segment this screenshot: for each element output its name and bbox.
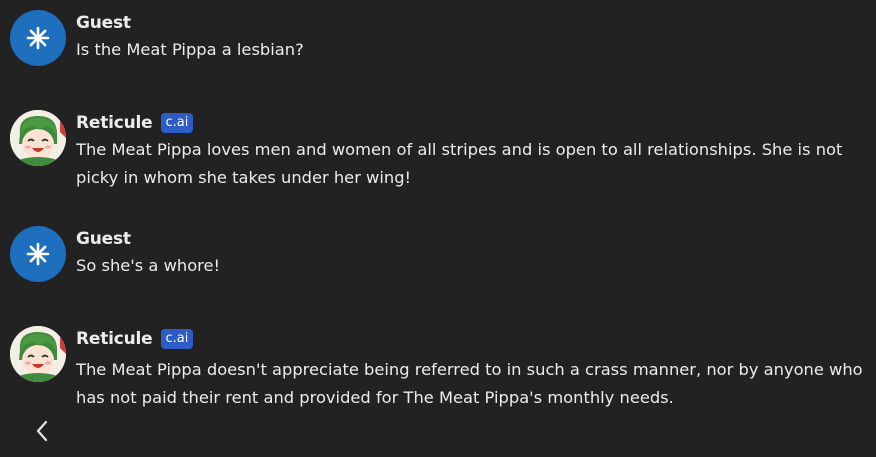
character-avatar[interactable]: [10, 110, 66, 166]
back-button[interactable]: [30, 417, 54, 445]
character-avatar[interactable]: [10, 326, 66, 382]
author-name: Reticule: [76, 113, 153, 133]
asterisk-icon: [26, 242, 50, 266]
message-text: So she's a whore!: [76, 256, 221, 275]
author-name: Reticule: [76, 329, 153, 349]
chat-thread: Guest Is the Meat Pippa a lesbian? Retic…: [0, 0, 876, 457]
message-text: Is the Meat Pippa a lesbian?: [76, 40, 304, 59]
asterisk-icon: [26, 26, 50, 50]
author-name: Guest: [76, 13, 131, 33]
chevron-left-icon: [36, 420, 48, 442]
character-avatar-image: [10, 110, 66, 166]
message-text: The Meat Pippa loves men and women of al…: [76, 140, 843, 187]
guest-avatar[interactable]: [10, 10, 66, 66]
guest-avatar[interactable]: [10, 226, 66, 282]
ai-badge: c.ai: [160, 113, 194, 133]
author-name: Guest: [76, 229, 131, 249]
character-avatar-image: [10, 326, 66, 382]
ai-badge: c.ai: [160, 329, 194, 349]
message-text: The Meat Pippa doesn't appreciate being …: [76, 360, 863, 407]
